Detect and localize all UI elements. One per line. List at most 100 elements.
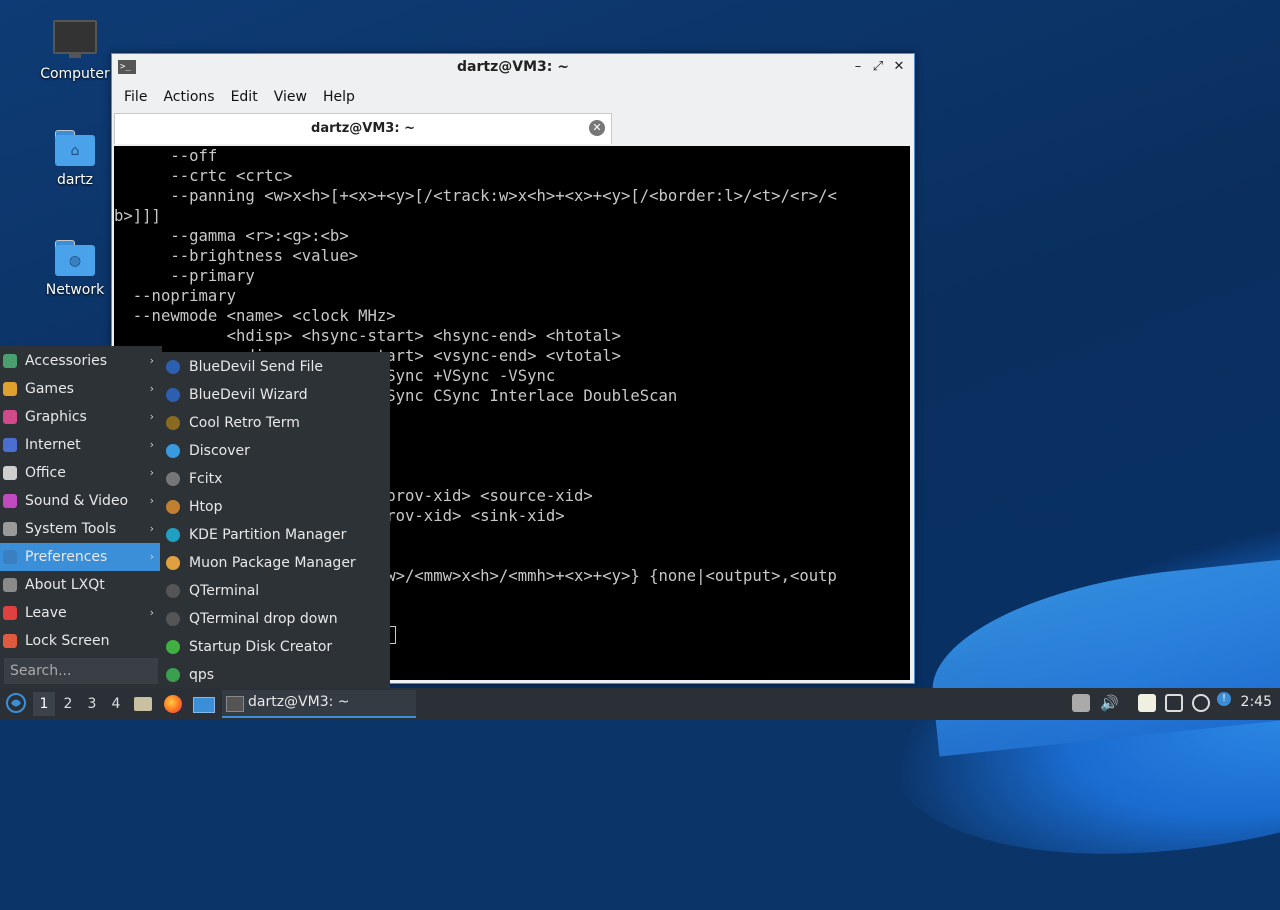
terminal-line: --off (114, 147, 218, 165)
menu-category-sound-video[interactable]: Sound & Video › (0, 487, 162, 515)
preferences-submenu: BlueDevil Send File BlueDevil Wizard Cool … (160, 352, 390, 688)
chevron-right-icon: › (149, 522, 154, 535)
terminal-line: b>]]] (114, 207, 161, 225)
submenu-item-bluedevil-wizard[interactable]: BlueDevil Wizard (160, 381, 390, 409)
submenu-item-fcitx[interactable]: Fcitx (160, 465, 390, 493)
menu-item-label: Office (25, 465, 66, 481)
terminal-line: --crtc <crtc> (114, 167, 293, 185)
menu-item-label: Preferences (25, 549, 108, 565)
menu-item-label: Cool Retro Term (189, 415, 300, 431)
workspace-2[interactable]: 2 (57, 692, 79, 716)
show-desktop-icon[interactable] (193, 692, 215, 716)
network-status-icon[interactable] (1192, 694, 1210, 712)
menu-category-accessories[interactable]: Accessories › (0, 347, 162, 375)
workspace-1[interactable]: 1 (33, 692, 55, 716)
submenu-item-discover[interactable]: Discover (160, 437, 390, 465)
menu-item-label: qps (189, 667, 215, 683)
taskbar-task-terminal[interactable]: dartz@VM3: ~ (222, 690, 416, 718)
bluetooth-icon (166, 360, 180, 374)
menu-actions[interactable]: Actions (155, 89, 222, 105)
volume-icon[interactable]: 🔊 (1100, 694, 1119, 712)
window-title: dartz@VM3: ~ (457, 59, 569, 75)
terminal-line: --newmode <name> <clock MHz> (114, 307, 396, 325)
minimize-button[interactable]: – (850, 59, 866, 75)
menu-category-leave[interactable]: Leave › (0, 599, 162, 627)
menu-view[interactable]: View (266, 89, 315, 105)
clipboard-icon[interactable] (1072, 694, 1090, 712)
display-icon[interactable] (1165, 694, 1183, 712)
menu-category-about-lxqt[interactable]: About LXQt (0, 571, 162, 599)
menu-item-label: Htop (189, 499, 223, 515)
submenu-item-qterminal[interactable]: QTerminal (160, 577, 390, 605)
menu-item-label: About LXQt (25, 577, 105, 593)
category-icon (3, 382, 17, 396)
menu-category-preferences[interactable]: Preferences › (0, 543, 162, 571)
menu-item-label: QTerminal drop down (189, 611, 338, 627)
submenu-item-qps[interactable]: qps (160, 661, 390, 689)
desktop-icon-label: Computer (40, 66, 110, 82)
menu-file[interactable]: File (116, 89, 155, 105)
bluetooth-icon (166, 388, 180, 402)
tab-title: dartz@VM3: ~ (311, 121, 415, 136)
chevron-right-icon: › (149, 438, 154, 451)
menu-edit[interactable]: Edit (223, 89, 266, 105)
partition-icon (166, 528, 180, 542)
desktop-icon-network[interactable]: ◍ Network (35, 240, 115, 298)
menu-item-label: Leave (25, 605, 67, 621)
update-notifier-icon[interactable]: ! (1217, 692, 1231, 706)
terminal-icon (226, 696, 244, 712)
menu-category-graphics[interactable]: Graphics › (0, 403, 162, 431)
file-manager-icon[interactable] (134, 692, 154, 716)
menu-category-games[interactable]: Games › (0, 375, 162, 403)
menu-item-label: BlueDevil Send File (189, 359, 324, 375)
menu-search-input[interactable]: Search... (4, 658, 158, 684)
category-icon (3, 466, 17, 480)
menu-category-internet[interactable]: Internet › (0, 431, 162, 459)
submenu-item-muon-package-manager[interactable]: Muon Package Manager (160, 549, 390, 577)
clock[interactable]: 2:45 (1241, 694, 1272, 710)
menu-category-office[interactable]: Office › (0, 459, 162, 487)
workspace-4[interactable]: 4 (105, 692, 127, 716)
category-icon (3, 522, 17, 536)
chevron-right-icon: › (149, 466, 154, 479)
desktop-icon-label: Network (45, 282, 105, 298)
menu-item-label: Games (25, 381, 74, 397)
submenu-item-kde-partition-manager[interactable]: KDE Partition Manager (160, 521, 390, 549)
qps-icon (166, 668, 180, 682)
desktop-icon-home[interactable]: ⌂ dartz (35, 130, 115, 188)
category-icon (3, 410, 17, 424)
firefox-icon[interactable] (164, 692, 184, 716)
submenu-item-startup-disk-creator[interactable]: Startup Disk Creator (160, 633, 390, 661)
submenu-item-cool-retro-term[interactable]: Cool Retro Term (160, 409, 390, 437)
window-titlebar[interactable]: >_ dartz@VM3: ~ – ⤢ ✕ (112, 54, 914, 82)
submenu-item-qterminal-drop-down[interactable]: QTerminal drop down (160, 605, 390, 633)
discover-icon (166, 444, 180, 458)
desktop-icon-label: dartz (56, 172, 94, 188)
chevron-right-icon: › (149, 382, 154, 395)
terminal-line: --noprimary (114, 287, 237, 305)
terminal-line: --panning <w>x<h>[+<x>+<y>[/<track:w>x<h… (114, 187, 837, 205)
network-folder-icon: ◍ (55, 240, 95, 276)
tab-close-icon[interactable]: ✕ (589, 120, 605, 136)
submenu-item-htop[interactable]: Htop (160, 493, 390, 521)
lxqt-logo-icon (6, 693, 26, 713)
menu-category-system-tools[interactable]: System Tools › (0, 515, 162, 543)
menu-help[interactable]: Help (315, 89, 363, 105)
category-icon (3, 550, 17, 564)
chevron-right-icon: › (149, 354, 154, 367)
start-menu-button[interactable] (4, 692, 28, 716)
desktop-icon-computer[interactable]: Computer (35, 20, 115, 82)
close-button[interactable]: ✕ (891, 59, 907, 75)
workspace-3[interactable]: 3 (81, 692, 103, 716)
submenu-item-bluedevil-send-file[interactable]: BlueDevil Send File (160, 353, 390, 381)
category-icon (3, 634, 17, 648)
category-icon (3, 606, 17, 620)
notes-icon[interactable] (1138, 694, 1156, 712)
menu-item-label: Startup Disk Creator (189, 639, 333, 655)
maximize-button[interactable]: ⤢ (870, 59, 886, 75)
menu-category-lock-screen[interactable]: Lock Screen (0, 627, 162, 655)
tab-bar: dartz@VM3: ~ ✕ (112, 112, 914, 144)
terminal-tab[interactable]: dartz@VM3: ~ ✕ (114, 113, 612, 144)
crt-icon (166, 416, 180, 430)
category-icon (3, 354, 17, 368)
